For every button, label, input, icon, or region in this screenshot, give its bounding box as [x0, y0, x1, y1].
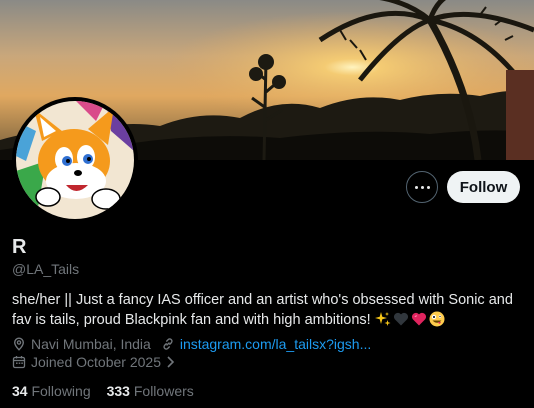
location-pin-icon [13, 337, 25, 351]
location-text: Navi Mumbai, India [31, 336, 151, 352]
following-label: Following [31, 383, 91, 399]
chevron-right-icon [167, 356, 175, 368]
website-link[interactable]: instagram.com/la_tailsx?igsh... [180, 336, 371, 352]
location-item: Navi Mumbai, India [12, 336, 151, 352]
followers-count: 333 [106, 383, 130, 399]
profile-meta-row: Navi Mumbai, India instagram.com/la_tail… [12, 336, 381, 352]
following-count: 34 [12, 383, 28, 399]
follow-stats: 34 Following 333 Followers [12, 383, 210, 399]
following-link[interactable]: 34 Following [12, 383, 91, 399]
website-item: instagram.com/la_tailsx?igsh... [161, 336, 371, 352]
followers-label: Followers [133, 383, 194, 399]
follow-button[interactable]: Follow [447, 171, 520, 203]
tails-avatar-image [16, 101, 134, 219]
display-name: R [12, 236, 27, 258]
more-horizontal-icon [414, 185, 430, 189]
calendar-icon [12, 356, 26, 369]
sparkles-emoji [374, 312, 391, 326]
heart-emoji [411, 312, 426, 326]
joined-row[interactable]: Joined October 2025 [12, 354, 175, 370]
user-handle: @LA_Tails [12, 261, 80, 277]
profile-bio: she/her || Just a fancy IAS officer and … [12, 290, 524, 330]
zany-face-emoji [429, 311, 445, 327]
followers-link[interactable]: 333 Followers [107, 383, 194, 399]
link-icon [163, 338, 173, 350]
joined-text: Joined October 2025 [31, 354, 161, 370]
black-heart-emoji [393, 312, 408, 326]
more-options-button[interactable] [406, 171, 438, 203]
profile-avatar[interactable] [12, 97, 138, 223]
